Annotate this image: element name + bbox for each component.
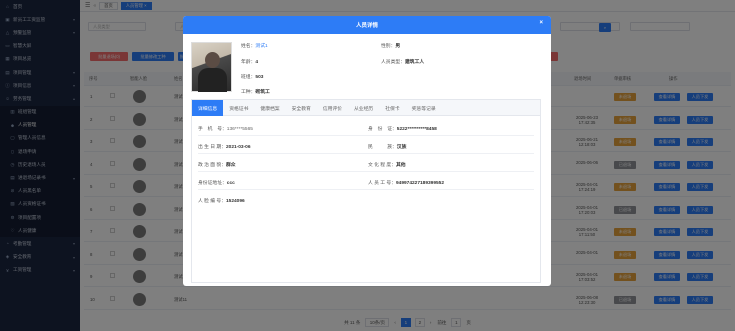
profile-photo xyxy=(191,42,232,92)
detail-birth: 出 生 日 期：2021-03-06 xyxy=(198,145,251,150)
detail-tabs: 详细信息 资格证书 健康档案 安全教育 信用评价 从业经历 社保卡 奖惩等记录 xyxy=(192,100,540,116)
profile-age: 年龄：4 xyxy=(241,60,259,65)
tab-certificates[interactable]: 资格证书 xyxy=(223,100,254,116)
profile-name: 姓名：测试1 xyxy=(241,44,268,49)
detail-phone: 手 机 号：136****5565 xyxy=(198,127,253,132)
profile-team: 班组：503 xyxy=(241,75,264,80)
personnel-detail-dialog: 人员详情 × 姓名：测试1 性别：男 年龄：4 人员类型：建筑工人 班组：503… xyxy=(183,16,551,286)
detail-politics: 政 治 面 貌：群众 xyxy=(198,163,236,168)
tab-social-card[interactable]: 社保卡 xyxy=(379,100,405,116)
tab-rewards[interactable]: 奖惩等记录 xyxy=(406,100,442,116)
tab-credit[interactable]: 信用评价 xyxy=(317,100,348,116)
profile-job: 工种：砌筑工 xyxy=(241,90,270,95)
tab-experience[interactable]: 从业经历 xyxy=(348,100,379,116)
dialog-header: 人员详情 × xyxy=(183,16,551,34)
detail-id: 身 份 证：5222**********8458 xyxy=(368,127,437,132)
profile-type: 人员类型：建筑工人 xyxy=(381,60,425,65)
detail-address: 身份证地址：ccc xyxy=(198,181,235,186)
detail-nation: 民 族：汉族 xyxy=(368,145,407,150)
tab-detail-info[interactable]: 详细信息 xyxy=(192,100,224,116)
tab-health[interactable]: 健康档案 xyxy=(254,100,285,116)
detail-face-id: 人 脸 编 号：1524096 xyxy=(198,199,245,204)
dialog-title: 人员详情 xyxy=(355,23,378,29)
detail-education: 文 化 程 度：其他 xyxy=(368,163,406,168)
tab-safety-education[interactable]: 安全教育 xyxy=(286,100,317,116)
detail-employee-id: 人 员 工 号：949974227189399552 xyxy=(368,181,445,186)
profile-gender: 性别：男 xyxy=(381,44,401,49)
detail-panel: 详细信息 资格证书 健康档案 安全教育 信用评价 从业经历 社保卡 奖惩等记录 … xyxy=(191,99,541,283)
close-icon[interactable]: × xyxy=(539,20,543,26)
